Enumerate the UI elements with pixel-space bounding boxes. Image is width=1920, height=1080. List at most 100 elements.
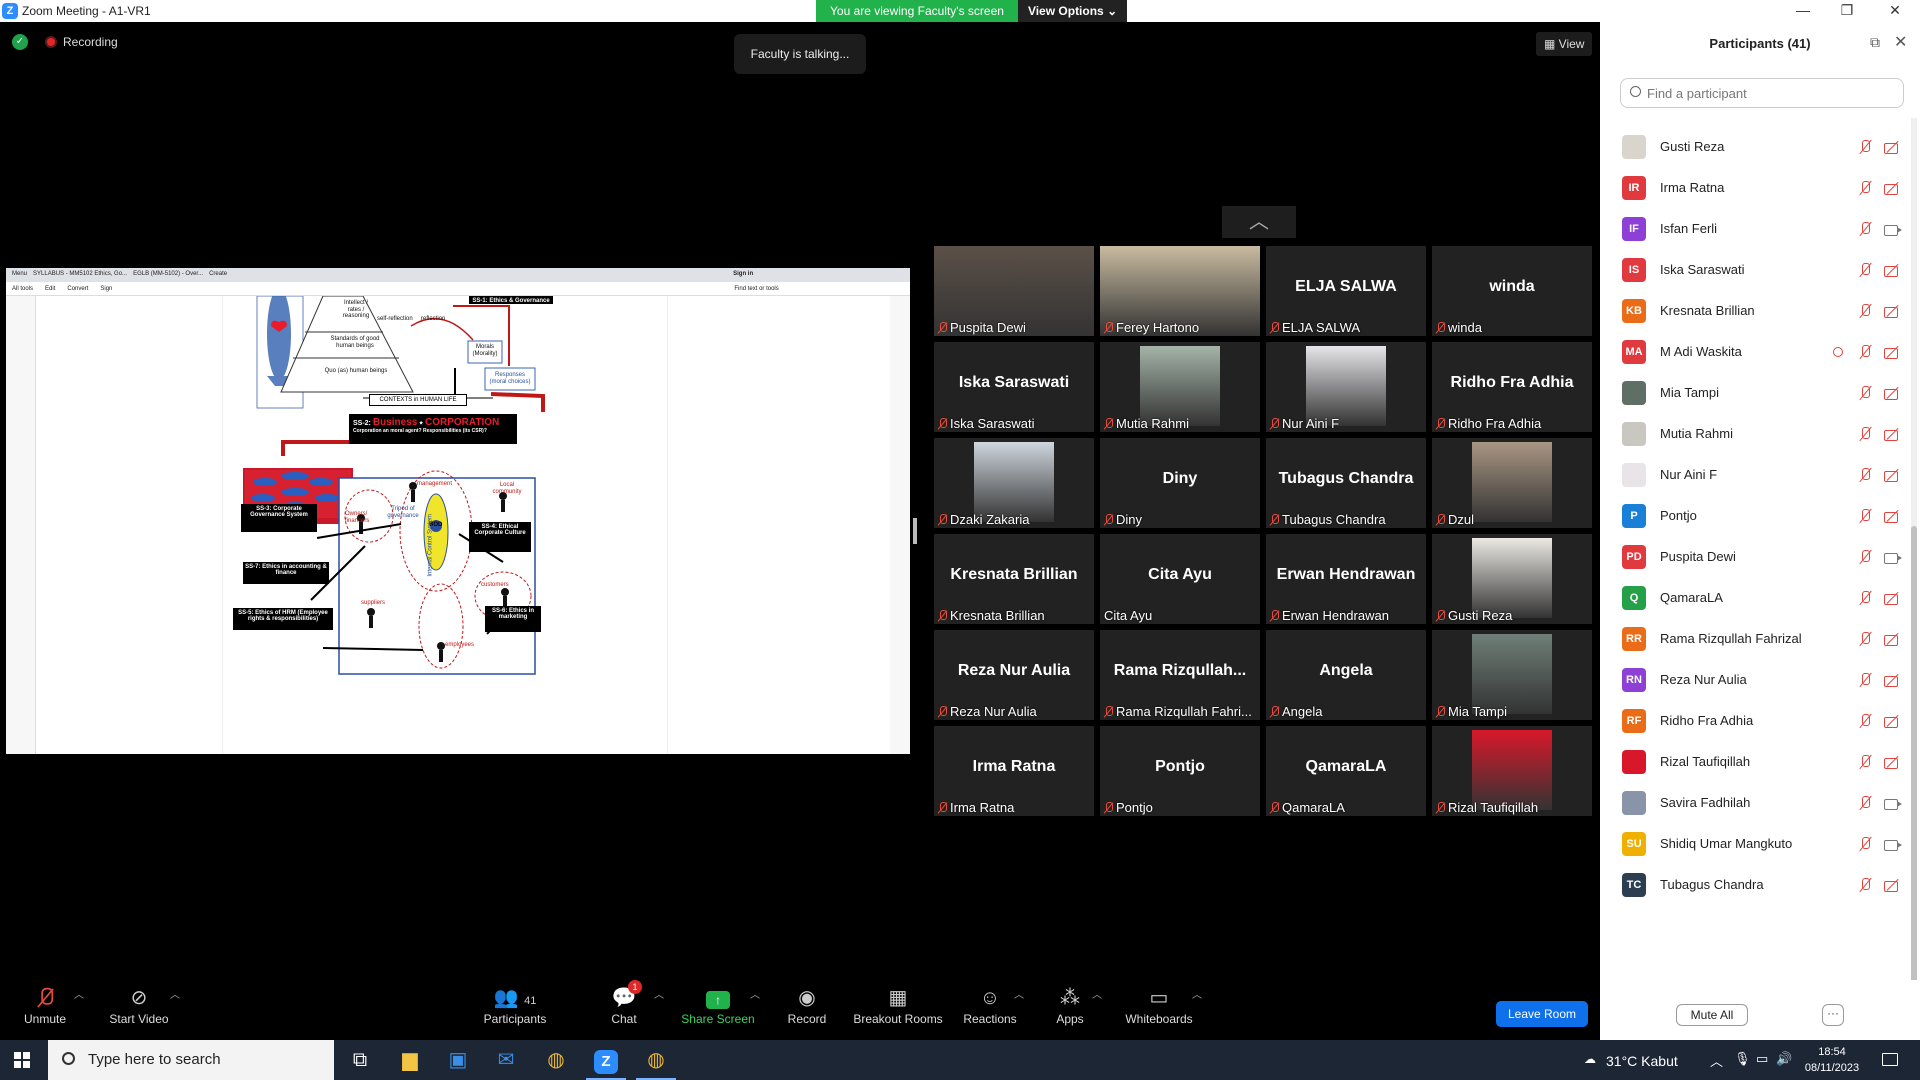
participant-row[interactable]: Q QamaraLA	[1600, 577, 1910, 618]
mic-muted-icon[interactable]	[1858, 467, 1872, 483]
record-button[interactable]: ◉ Record	[784, 984, 830, 1026]
more-options-button[interactable]: ···	[1822, 1004, 1844, 1026]
close-window-button[interactable]: ✕	[1880, 2, 1910, 19]
store-icon[interactable]: ▣	[438, 1046, 478, 1080]
participant-row[interactable]: Mia Tampi	[1600, 372, 1910, 413]
breakout-rooms-button[interactable]: ▦ Breakout Rooms	[852, 984, 944, 1026]
taskbar-search-input[interactable]: Type here to search	[48, 1040, 334, 1080]
collapse-gallery-button[interactable]: ︿	[1222, 206, 1296, 238]
find-tools[interactable]: Find text or tools	[734, 286, 778, 292]
clock[interactable]: 18:54 08/11/2023	[1796, 1044, 1868, 1076]
participant-video-tile[interactable]: Ferey Hartono	[1100, 246, 1260, 336]
mic-muted-icon[interactable]	[1858, 221, 1872, 237]
participant-row[interactable]: IR Irma Ratna	[1600, 167, 1910, 208]
participant-row[interactable]: Wwinda	[1600, 905, 1910, 906]
tray-mic-icon[interactable]: 🎙	[1734, 1051, 1751, 1067]
participant-row[interactable]: IF Isfan Ferli	[1600, 208, 1910, 249]
sign-in-link[interactable]: Sign in	[733, 271, 753, 279]
video-off-icon[interactable]	[1884, 305, 1902, 318]
weather-icon[interactable]: ☁	[1584, 1052, 1596, 1066]
participant-video-tile[interactable]: Iska Saraswati Iska Saraswati	[934, 342, 1094, 432]
mic-muted-icon[interactable]	[1858, 631, 1872, 647]
mute-all-button[interactable]: Mute All	[1676, 1004, 1748, 1026]
participant-video-tile[interactable]: Pontjo Pontjo	[1100, 726, 1260, 816]
browser-tab[interactable]: Create	[209, 271, 227, 279]
recording-indicator[interactable]: Recording	[45, 35, 118, 49]
menu-item[interactable]: Edit	[45, 286, 55, 292]
participant-video-tile[interactable]: Gusti Reza	[1432, 534, 1592, 624]
participant-video-tile[interactable]: Dzaki Zakaria	[934, 438, 1094, 528]
pdf-right-tools[interactable]	[890, 296, 910, 754]
participant-row[interactable]: Rizal Taufiqillah	[1600, 741, 1910, 782]
weather-text[interactable]: 31°C Kabut	[1606, 1053, 1678, 1069]
participant-row[interactable]: RN Reza Nur Aulia	[1600, 659, 1910, 700]
participant-row[interactable]: RF Ridho Fra Adhia	[1600, 700, 1910, 741]
participant-video-tile[interactable]: Ridho Fra Adhia Ridho Fra Adhia	[1432, 342, 1592, 432]
mic-muted-icon[interactable]	[1858, 877, 1872, 893]
chrome-icon[interactable]: ◍	[536, 1046, 576, 1080]
mic-muted-icon[interactable]	[1858, 795, 1872, 811]
participant-row[interactable]: Savira Fadhilah	[1600, 782, 1910, 823]
caret-up-icon[interactable]: ︿	[654, 986, 664, 1001]
leave-room-button[interactable]: Leave Room	[1496, 1001, 1588, 1027]
caret-up-icon[interactable]: ︿	[1092, 986, 1102, 1001]
minimize-button[interactable]: —	[1788, 2, 1818, 18]
participant-video-tile[interactable]: Irma Ratna Irma Ratna	[934, 726, 1094, 816]
network-icon[interactable]: ▭	[1756, 1051, 1768, 1067]
caret-up-icon[interactable]: ︿	[170, 986, 180, 1001]
participant-row[interactable]: Mutia Rahmi	[1600, 413, 1910, 454]
video-off-icon[interactable]	[1884, 510, 1902, 523]
video-off-icon[interactable]	[1884, 141, 1902, 154]
participant-search-input[interactable]: Find a participant	[1620, 78, 1904, 108]
participant-video-tile[interactable]: ELJA SALWA ELJA SALWA	[1266, 246, 1426, 336]
participant-row[interactable]: PD Puspita Dewi	[1600, 536, 1910, 577]
restore-button[interactable]: ❐	[1832, 2, 1862, 19]
participant-video-tile[interactable]: Erwan Hendrawan Erwan Hendrawan	[1266, 534, 1426, 624]
video-camera-icon[interactable]	[1884, 797, 1902, 810]
participant-video-tile[interactable]: Rizal Taufiqillah	[1432, 726, 1592, 816]
close-panel-icon[interactable]: ✕	[1894, 32, 1907, 52]
participant-video-tile[interactable]: QamaraLA QamaraLA	[1266, 726, 1426, 816]
shared-screen[interactable]: Menu SYLLABUS - MM5102 Ethics, Go... EGL…	[6, 268, 910, 754]
participant-row[interactable]: RR Rama Rizqullah Fahrizal	[1600, 618, 1910, 659]
video-off-icon[interactable]	[1884, 387, 1902, 400]
mic-muted-icon[interactable]	[1858, 180, 1872, 196]
chrome-active-icon[interactable]: ◍	[636, 1046, 676, 1080]
volume-icon[interactable]: 🔊	[1776, 1051, 1792, 1067]
mic-muted-icon[interactable]	[1858, 754, 1872, 770]
participant-row[interactable]: IS Iska Saraswati	[1600, 249, 1910, 290]
participant-row[interactable]: SU Shidiq Umar Mangkuto	[1600, 823, 1910, 864]
mic-muted-icon[interactable]	[1858, 344, 1872, 360]
participant-video-tile[interactable]: Rama Rizqullah... Rama Rizqullah Fahri...	[1100, 630, 1260, 720]
mic-muted-icon[interactable]	[1858, 508, 1872, 524]
browser-tab[interactable]: Menu	[12, 271, 27, 279]
zoom-taskbar-icon[interactable]: Z	[586, 1046, 626, 1080]
participant-video-tile[interactable]: Puspita Dewi	[934, 246, 1094, 336]
unmute-button[interactable]: Unmute	[18, 984, 72, 1026]
menu-item[interactable]: Convert	[67, 286, 88, 292]
mic-muted-icon[interactable]	[1858, 549, 1872, 565]
split-divider-handle[interactable]	[913, 518, 917, 544]
participants-button[interactable]: 👥 41 Participants	[482, 984, 548, 1026]
video-off-icon[interactable]	[1884, 346, 1902, 359]
video-camera-icon[interactable]	[1884, 223, 1902, 236]
caret-up-icon[interactable]: ︿	[74, 986, 84, 1001]
tray-chevron-icon[interactable]: ︿	[1710, 1051, 1723, 1070]
mic-muted-icon[interactable]	[1858, 426, 1872, 442]
share-screen-button[interactable]: ↑ Share Screen	[680, 984, 756, 1026]
mic-muted-icon[interactable]	[1858, 262, 1872, 278]
participant-video-tile[interactable]: Diny Diny	[1100, 438, 1260, 528]
participant-video-tile[interactable]: Nur Aini F	[1266, 342, 1426, 432]
video-camera-icon[interactable]	[1884, 551, 1902, 564]
browser-tab[interactable]: EGLB (MM-5102) - Over...	[133, 271, 203, 279]
view-button[interactable]: ▦ View	[1536, 32, 1593, 56]
mic-muted-icon[interactable]	[1858, 836, 1872, 852]
participant-list[interactable]: Gusti Reza IR Irma Ratna IF Isfan Ferli IS Isk…	[1600, 126, 1910, 906]
mic-muted-icon[interactable]	[1858, 385, 1872, 401]
caret-up-icon[interactable]: ︿	[750, 986, 760, 1001]
participant-row[interactable]: Gusti Reza	[1600, 126, 1910, 167]
mic-muted-icon[interactable]	[1858, 303, 1872, 319]
participant-video-tile[interactable]: Kresnata Brillian Kresnata Brillian	[934, 534, 1094, 624]
participant-row[interactable]: MA M Adi Waskita	[1600, 331, 1910, 372]
reactions-button[interactable]: ☺ Reactions	[962, 984, 1018, 1026]
